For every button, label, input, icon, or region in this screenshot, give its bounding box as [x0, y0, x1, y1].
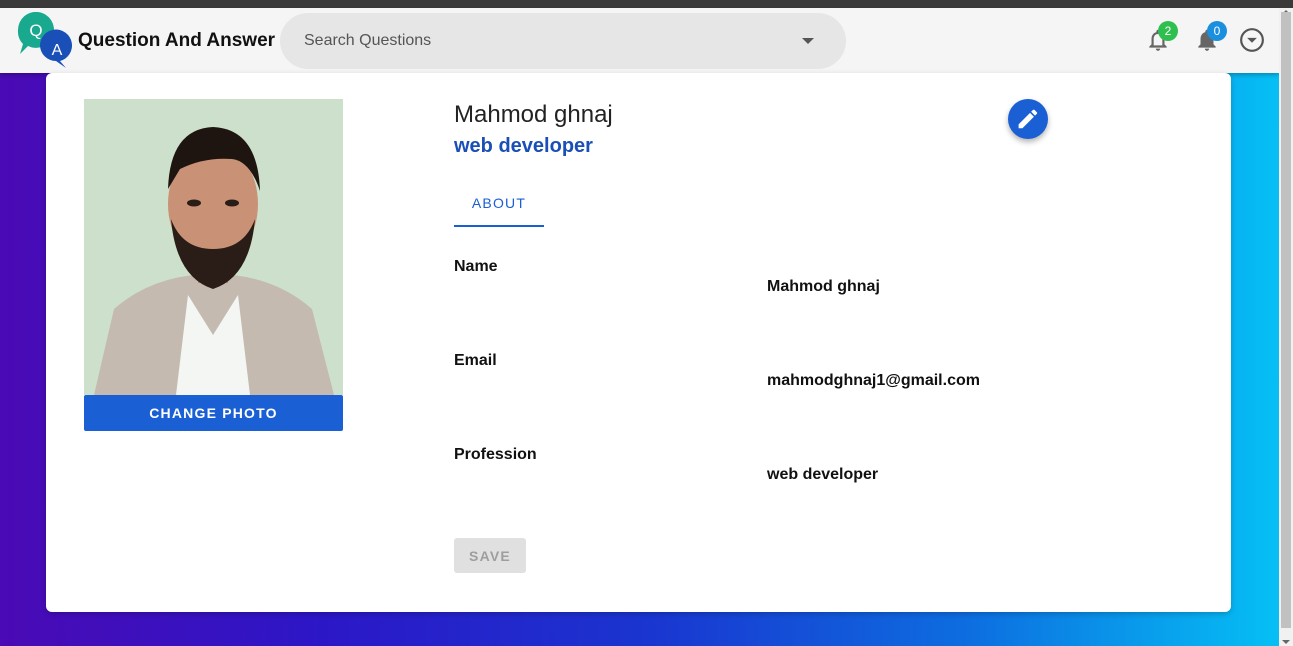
pencil-icon: [1018, 109, 1038, 129]
profile-photo: [84, 99, 343, 395]
app-logo-icon[interactable]: Q A: [14, 12, 72, 68]
logo-letter-a: A: [52, 42, 63, 59]
save-button[interactable]: SAVE: [454, 538, 526, 573]
browser-top-strip: [0, 0, 1293, 8]
field-label-email: Email: [454, 352, 497, 369]
logo-letter-q: Q: [29, 21, 42, 40]
account-menu-icon[interactable]: [1239, 27, 1265, 53]
field-value-profession: web developer: [767, 466, 879, 483]
app-bar: Q A Question And Answer Search Questions…: [0, 8, 1279, 73]
scroll-down-arrow-icon[interactable]: [1282, 640, 1290, 644]
profile-name: Mahmod ghnaj: [454, 101, 613, 128]
tab-indicator: [454, 225, 544, 227]
tab-about-label: ABOUT: [471, 195, 527, 211]
field-label-name: Name: [454, 258, 498, 275]
tab-about[interactable]: ABOUT: [454, 181, 544, 227]
app-title[interactable]: Question And Answer: [78, 30, 275, 52]
search-placeholder: Search Questions: [304, 32, 432, 49]
change-photo-button[interactable]: CHANGE PHOTO: [84, 395, 343, 431]
field-value-name: Mahmod ghnaj: [767, 278, 880, 295]
message-badge: 0: [1207, 21, 1227, 41]
notification-badge: 2: [1158, 21, 1178, 41]
profile-card: CHANGE PHOTO Mahmod ghnaj web developer …: [46, 73, 1231, 612]
search-input[interactable]: Search Questions: [280, 13, 846, 69]
page-scrollbar[interactable]: [1279, 8, 1293, 646]
scrollbar-thumb[interactable]: [1281, 12, 1291, 628]
field-label-profession: Profession: [454, 446, 537, 463]
profile-profession: web developer: [454, 135, 593, 157]
field-value-email: mahmodghnaj1@gmail.com: [767, 372, 980, 389]
chevron-down-icon[interactable]: [802, 38, 814, 44]
edit-profile-button[interactable]: [1008, 99, 1048, 139]
